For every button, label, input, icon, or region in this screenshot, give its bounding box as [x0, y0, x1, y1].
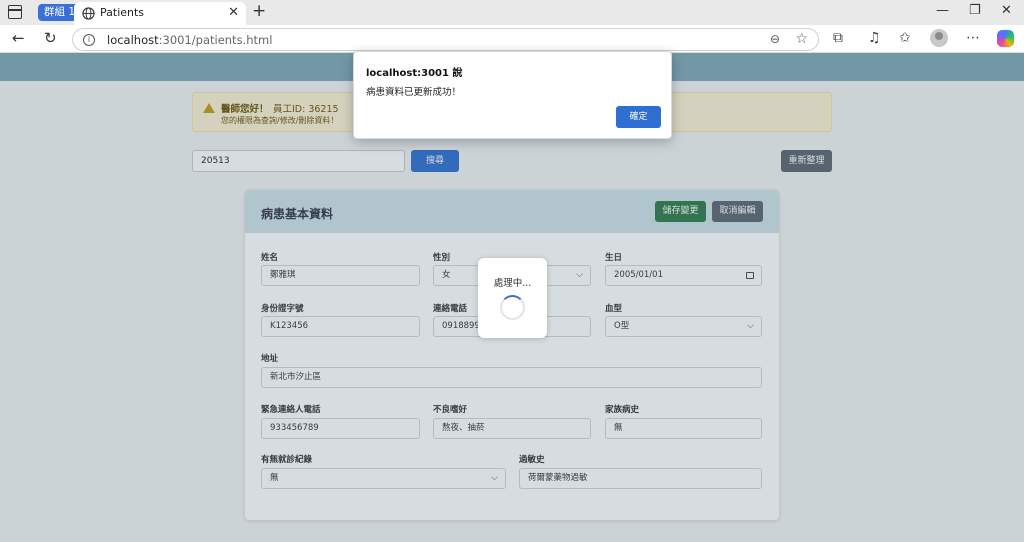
favorites-icon[interactable]: ✩	[899, 30, 911, 46]
tab-actions-icon[interactable]	[8, 5, 22, 19]
copilot-icon[interactable]	[997, 30, 1014, 47]
new-tab-icon[interactable]: +	[252, 1, 266, 21]
reload-icon[interactable]: ↻	[44, 29, 57, 47]
alert-dialog: localhost:3001 說 病患資料已更新成功！ 確定	[353, 51, 672, 139]
back-icon[interactable]: ←	[12, 29, 25, 47]
url-path: :3001/patients.html	[158, 33, 273, 47]
zoom-icon[interactable]: ⊖	[770, 32, 780, 46]
address-bar-row: ← ↻ i localhost:3001/patients.html ⊖ ☆ ⧉…	[0, 25, 1024, 53]
url-text: localhost:3001/patients.html	[107, 33, 272, 47]
more-menu-icon[interactable]: ⋯	[966, 30, 980, 46]
dialog-ok-button[interactable]: 確定	[616, 106, 661, 128]
close-tab-icon[interactable]: ✕	[228, 5, 239, 20]
minimize-icon[interactable]: —	[936, 3, 949, 18]
url-host: localhost	[107, 33, 159, 47]
info-icon[interactable]: i	[83, 34, 95, 46]
dialog-title: localhost:3001 說	[366, 68, 463, 79]
profile-avatar[interactable]	[930, 29, 948, 47]
window-close-icon[interactable]: ✕	[1001, 3, 1012, 18]
url-field[interactable]: i localhost:3001/patients.html ⊖ ☆	[72, 28, 819, 51]
dialog-message: 病患資料已更新成功！	[366, 87, 462, 98]
extensions-icon[interactable]: ⧉	[833, 30, 843, 46]
globe-icon	[82, 7, 95, 20]
favorite-star-icon[interactable]: ☆	[795, 31, 808, 47]
tab-strip: 群組 1 Patients ✕ + — ❐ ✕	[0, 0, 1024, 25]
processing-loader: 處理中...	[478, 258, 547, 338]
tab-title: Patients	[100, 6, 145, 19]
loader-text: 處理中...	[493, 278, 532, 289]
spinner-icon	[500, 295, 525, 320]
restore-icon[interactable]: ❐	[969, 3, 981, 18]
media-icon[interactable]: ♫	[868, 30, 881, 46]
browser-tab[interactable]: Patients ✕	[74, 2, 246, 25]
